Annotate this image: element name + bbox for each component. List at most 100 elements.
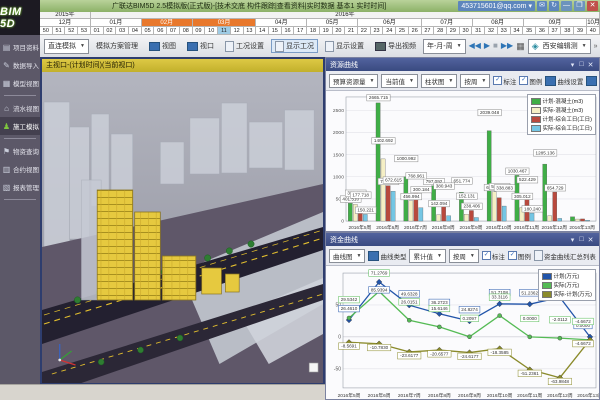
maximize-icon[interactable]: □ <box>577 61 586 68</box>
timeline-week-cell[interactable]: 03 <box>116 27 129 35</box>
sim-mode-dropdown[interactable]: 直连模拟 ▼ <box>44 39 89 54</box>
period-dropdown[interactable]: 按周▼ <box>449 249 479 263</box>
refresh-icon[interactable]: ↻ <box>549 1 559 11</box>
timeline-month-cell[interactable]: 09月 <box>524 19 588 27</box>
timeline-week-cell[interactable]: 16 <box>282 27 295 35</box>
chart-type-dropdown[interactable]: 柱状图▼ <box>421 74 457 88</box>
timeline-month-cell[interactable]: 01月 <box>91 19 142 27</box>
timeline-week-cell[interactable]: 35 <box>523 27 536 35</box>
rewind-button[interactable]: ◀◀ <box>469 39 481 53</box>
account-menu[interactable]: 453715601@qq.com ▾ <box>458 1 535 11</box>
toolbar-button-show-work-condition[interactable]: 显示工况 <box>271 39 318 53</box>
timeline-week-cell[interactable]: 37 <box>549 27 562 35</box>
minimize-button[interactable]: — <box>561 1 572 11</box>
timeline-week-cell[interactable]: 27 <box>422 27 435 35</box>
close-icon[interactable]: ✕ <box>586 236 595 244</box>
timeline-week-cell[interactable]: 13 <box>244 27 257 35</box>
resource-source-dropdown[interactable]: 预算资源量▼ <box>329 74 378 88</box>
timeline-week-cell[interactable]: 12 <box>231 27 244 35</box>
timeline-gantt-header[interactable]: 2015年2016年12月01月02月03月04月05月06月07月08月09月… <box>40 12 600 35</box>
timeline-week-cell[interactable]: 25 <box>396 27 409 35</box>
toolbar-button-work-condition-settings[interactable]: 工况设置 <box>221 39 268 53</box>
timeline-week-cell[interactable]: 23 <box>371 27 384 35</box>
timeline-week-cell[interactable]: 14 <box>256 27 269 35</box>
timeline-week-cell[interactable]: 22 <box>358 27 371 35</box>
timeline-week-cell[interactable]: 04 <box>129 27 142 35</box>
period-dropdown[interactable]: 按周▼ <box>460 74 490 88</box>
curve-settings-button[interactable]: 曲线设置 <box>545 76 583 86</box>
curve-type-button[interactable]: 曲线类型 <box>368 251 406 261</box>
message-icon[interactable]: ✉ <box>537 1 547 11</box>
timeline-month-cell[interactable]: 05月 <box>307 19 358 27</box>
timeline-week-cell[interactable]: 53 <box>78 27 91 35</box>
timeline-week-cell[interactable]: 06 <box>154 27 167 35</box>
legend-checkbox[interactable]: ✓ 图例 <box>508 251 531 261</box>
timeline-week-cell[interactable]: 40 <box>587 27 600 35</box>
labels-checkbox[interactable]: ✓ 标注 <box>482 251 505 261</box>
chart-type-dropdown[interactable]: 曲线图▼ <box>329 249 365 263</box>
timeline-week-cell[interactable]: 50 <box>40 27 53 35</box>
toolbar-button-views[interactable]: 视图 <box>145 39 180 53</box>
time-scale-dropdown[interactable]: 年-月-周 ▼ <box>423 39 466 54</box>
value-mode-dropdown[interactable]: 当前值▼ <box>381 74 417 88</box>
3d-model-scene[interactable] <box>42 72 323 383</box>
timeline-week-cell[interactable]: 20 <box>333 27 346 35</box>
timeline-month-cell[interactable]: 04月 <box>256 19 307 27</box>
capital-summary-button[interactable]: 资金曲线汇总列表 <box>534 250 596 261</box>
timeline-week-cell[interactable]: 34 <box>511 27 524 35</box>
fast-forward-button[interactable]: ▶▶ <box>501 39 513 53</box>
timeline-week-cell[interactable]: 01 <box>91 27 104 35</box>
pin-icon[interactable]: ▾ <box>568 236 577 244</box>
close-button[interactable]: ✕ <box>587 1 598 11</box>
timeline-week-cell[interactable]: 32 <box>485 27 498 35</box>
sidebar-item-project-info[interactable]: ▤项目资料 <box>0 38 40 56</box>
timeline-week-cell[interactable]: 31 <box>472 27 485 35</box>
timeline-week-cell[interactable]: 10 <box>205 27 218 35</box>
timeline-week-cell[interactable]: 18 <box>307 27 320 35</box>
timeline-week-cell[interactable]: 26 <box>409 27 422 35</box>
timeline-month-cell[interactable]: 08月 <box>473 19 524 27</box>
timeline-week-cell[interactable]: 15 <box>269 27 282 35</box>
timeline-week-cell[interactable]: 21 <box>345 27 358 35</box>
toolbar-overflow-icon[interactable]: » <box>594 43 598 50</box>
grid-view-icon[interactable]: ▦ <box>516 41 525 52</box>
timeline-month-cell[interactable]: 10月 <box>587 19 600 27</box>
curve-type-button[interactable]: 曲线类型 <box>586 76 599 86</box>
timeline-week-cell[interactable]: 05 <box>142 27 155 35</box>
timeline-week-cell[interactable]: 29 <box>447 27 460 35</box>
sidebar-item-contract-view[interactable]: ▥合约视图 <box>0 160 40 178</box>
legend-checkbox[interactable]: ✓ 图例 <box>519 76 542 86</box>
stop-button[interactable]: ■ <box>493 39 498 53</box>
sidebar-item-flow-view[interactable]: ⌂流水视图 <box>0 99 40 117</box>
pin-icon[interactable]: ▾ <box>568 61 577 69</box>
timeline-month-cell[interactable]: 07月 <box>422 19 473 27</box>
timeline-week-cell[interactable]: 30 <box>460 27 473 35</box>
timeline-week-cell[interactable]: 11 <box>218 27 231 35</box>
timeline-week-cell[interactable]: 07 <box>167 27 180 35</box>
timeline-week-cell[interactable]: 28 <box>434 27 447 35</box>
timeline-week-cell[interactable]: 51 <box>53 27 66 35</box>
viewport-badge[interactable] <box>309 363 318 372</box>
toolbar-button-display-settings[interactable]: 显示设置 <box>321 39 368 53</box>
timeline-week-cell[interactable]: 17 <box>294 27 307 35</box>
timeline-month-cell[interactable]: 02月 <box>142 19 193 27</box>
timeline-week-cell[interactable]: 02 <box>104 27 117 35</box>
timeline-week-cell[interactable]: 09 <box>193 27 206 35</box>
sidebar-item-construction-sim[interactable]: ♟施工模拟 <box>0 117 40 135</box>
toolbar-button-sim-plan-mgmt[interactable]: 模拟方案管理 <box>92 39 142 53</box>
maximize-button[interactable]: ❐ <box>574 1 585 11</box>
timeline-week-cell[interactable]: 19 <box>320 27 333 35</box>
maximize-icon[interactable]: □ <box>577 236 586 243</box>
sidebar-item-data-import[interactable]: ✎数据导入 <box>0 56 40 74</box>
toolbar-button-viewport[interactable]: 视口 <box>183 39 218 53</box>
labels-checkbox[interactable]: ✓ 标注 <box>493 76 516 86</box>
close-icon[interactable]: ✕ <box>586 61 595 69</box>
timeline-month-cell[interactable]: 12月 <box>40 19 91 27</box>
value-mode-dropdown[interactable]: 累计值▼ <box>409 249 445 263</box>
timeline-week-cell[interactable]: 39 <box>574 27 587 35</box>
toolbar-button-export-video[interactable]: 导出视频 <box>371 39 420 53</box>
timeline-week-cell[interactable]: 38 <box>561 27 574 35</box>
timeline-week-cell[interactable]: 36 <box>536 27 549 35</box>
play-button[interactable]: ▶ <box>484 39 490 53</box>
sidebar-item-model-view[interactable]: ▦模型视图 <box>0 74 40 92</box>
